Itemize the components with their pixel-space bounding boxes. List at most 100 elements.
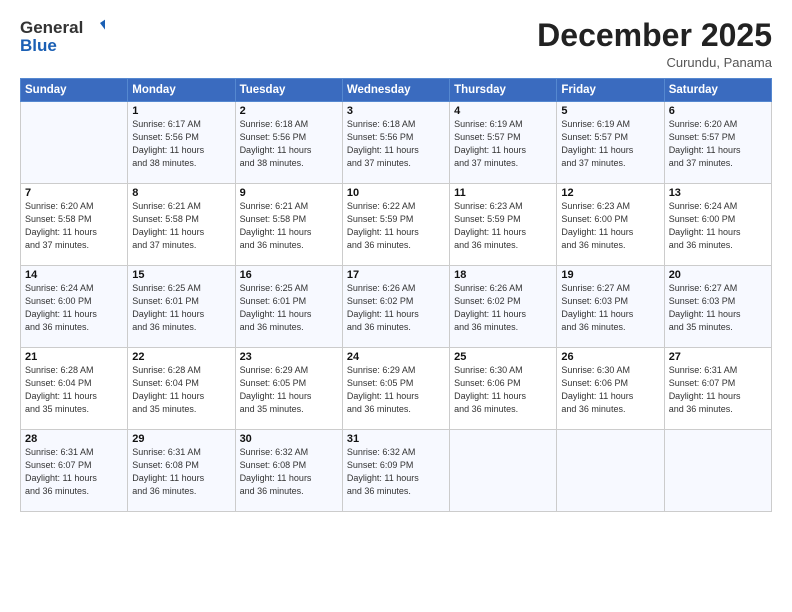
calendar-cell xyxy=(664,430,771,512)
day-info: Sunrise: 6:24 AM Sunset: 6:00 PM Dayligh… xyxy=(25,282,123,334)
calendar-cell: 30Sunrise: 6:32 AM Sunset: 6:08 PM Dayli… xyxy=(235,430,342,512)
calendar-week-row: 21Sunrise: 6:28 AM Sunset: 6:04 PM Dayli… xyxy=(21,348,772,430)
day-info: Sunrise: 6:25 AM Sunset: 6:01 PM Dayligh… xyxy=(132,282,230,334)
day-number: 14 xyxy=(25,269,123,281)
day-number: 12 xyxy=(561,187,659,199)
location: Curundu, Panama xyxy=(537,55,772,70)
page-header: General Blue December 2025 Curundu, Pana… xyxy=(20,18,772,70)
day-number: 27 xyxy=(669,351,767,363)
calendar-cell xyxy=(557,430,664,512)
calendar-cell: 4Sunrise: 6:19 AM Sunset: 5:57 PM Daylig… xyxy=(450,102,557,184)
day-number: 10 xyxy=(347,187,445,199)
day-number: 19 xyxy=(561,269,659,281)
day-number: 8 xyxy=(132,187,230,199)
day-info: Sunrise: 6:29 AM Sunset: 6:05 PM Dayligh… xyxy=(240,364,338,416)
calendar-cell: 7Sunrise: 6:20 AM Sunset: 5:58 PM Daylig… xyxy=(21,184,128,266)
day-info: Sunrise: 6:31 AM Sunset: 6:08 PM Dayligh… xyxy=(132,446,230,498)
day-info: Sunrise: 6:17 AM Sunset: 5:56 PM Dayligh… xyxy=(132,118,230,170)
calendar-cell: 26Sunrise: 6:30 AM Sunset: 6:06 PM Dayli… xyxy=(557,348,664,430)
day-number: 29 xyxy=(132,433,230,445)
day-info: Sunrise: 6:32 AM Sunset: 6:09 PM Dayligh… xyxy=(347,446,445,498)
day-info: Sunrise: 6:22 AM Sunset: 5:59 PM Dayligh… xyxy=(347,200,445,252)
calendar-cell: 27Sunrise: 6:31 AM Sunset: 6:07 PM Dayli… xyxy=(664,348,771,430)
day-number: 18 xyxy=(454,269,552,281)
calendar-cell: 5Sunrise: 6:19 AM Sunset: 5:57 PM Daylig… xyxy=(557,102,664,184)
calendar-cell: 23Sunrise: 6:29 AM Sunset: 6:05 PM Dayli… xyxy=(235,348,342,430)
day-info: Sunrise: 6:31 AM Sunset: 6:07 PM Dayligh… xyxy=(25,446,123,498)
calendar-cell: 1Sunrise: 6:17 AM Sunset: 5:56 PM Daylig… xyxy=(128,102,235,184)
day-number: 26 xyxy=(561,351,659,363)
day-number: 4 xyxy=(454,105,552,117)
day-info: Sunrise: 6:19 AM Sunset: 5:57 PM Dayligh… xyxy=(561,118,659,170)
weekday-header: Saturday xyxy=(664,79,771,102)
calendar-week-row: 7Sunrise: 6:20 AM Sunset: 5:58 PM Daylig… xyxy=(21,184,772,266)
calendar-cell: 29Sunrise: 6:31 AM Sunset: 6:08 PM Dayli… xyxy=(128,430,235,512)
calendar-cell: 10Sunrise: 6:22 AM Sunset: 5:59 PM Dayli… xyxy=(342,184,449,266)
title-block: December 2025 Curundu, Panama xyxy=(537,18,772,70)
weekday-header: Tuesday xyxy=(235,79,342,102)
day-number: 23 xyxy=(240,351,338,363)
logo-icon xyxy=(85,18,105,38)
day-number: 30 xyxy=(240,433,338,445)
weekday-header: Monday xyxy=(128,79,235,102)
logo-general: General xyxy=(20,18,83,38)
calendar-cell: 24Sunrise: 6:29 AM Sunset: 6:05 PM Dayli… xyxy=(342,348,449,430)
day-info: Sunrise: 6:23 AM Sunset: 5:59 PM Dayligh… xyxy=(454,200,552,252)
calendar-cell: 20Sunrise: 6:27 AM Sunset: 6:03 PM Dayli… xyxy=(664,266,771,348)
calendar-cell: 3Sunrise: 6:18 AM Sunset: 5:56 PM Daylig… xyxy=(342,102,449,184)
calendar-cell xyxy=(21,102,128,184)
day-number: 3 xyxy=(347,105,445,117)
day-info: Sunrise: 6:25 AM Sunset: 6:01 PM Dayligh… xyxy=(240,282,338,334)
day-number: 7 xyxy=(25,187,123,199)
calendar-cell: 28Sunrise: 6:31 AM Sunset: 6:07 PM Dayli… xyxy=(21,430,128,512)
month-title: December 2025 xyxy=(537,18,772,53)
calendar-cell: 25Sunrise: 6:30 AM Sunset: 6:06 PM Dayli… xyxy=(450,348,557,430)
day-info: Sunrise: 6:21 AM Sunset: 5:58 PM Dayligh… xyxy=(240,200,338,252)
calendar-cell: 22Sunrise: 6:28 AM Sunset: 6:04 PM Dayli… xyxy=(128,348,235,430)
day-info: Sunrise: 6:27 AM Sunset: 6:03 PM Dayligh… xyxy=(561,282,659,334)
calendar-cell: 12Sunrise: 6:23 AM Sunset: 6:00 PM Dayli… xyxy=(557,184,664,266)
day-number: 28 xyxy=(25,433,123,445)
day-info: Sunrise: 6:26 AM Sunset: 6:02 PM Dayligh… xyxy=(454,282,552,334)
day-info: Sunrise: 6:32 AM Sunset: 6:08 PM Dayligh… xyxy=(240,446,338,498)
weekday-header: Thursday xyxy=(450,79,557,102)
day-info: Sunrise: 6:19 AM Sunset: 5:57 PM Dayligh… xyxy=(454,118,552,170)
day-info: Sunrise: 6:29 AM Sunset: 6:05 PM Dayligh… xyxy=(347,364,445,416)
calendar-cell: 14Sunrise: 6:24 AM Sunset: 6:00 PM Dayli… xyxy=(21,266,128,348)
day-number: 6 xyxy=(669,105,767,117)
day-number: 11 xyxy=(454,187,552,199)
logo-blue: Blue xyxy=(20,36,105,56)
day-info: Sunrise: 6:20 AM Sunset: 5:58 PM Dayligh… xyxy=(25,200,123,252)
day-info: Sunrise: 6:26 AM Sunset: 6:02 PM Dayligh… xyxy=(347,282,445,334)
day-number: 9 xyxy=(240,187,338,199)
day-number: 21 xyxy=(25,351,123,363)
day-number: 16 xyxy=(240,269,338,281)
day-info: Sunrise: 6:28 AM Sunset: 6:04 PM Dayligh… xyxy=(132,364,230,416)
day-info: Sunrise: 6:28 AM Sunset: 6:04 PM Dayligh… xyxy=(25,364,123,416)
calendar-week-row: 14Sunrise: 6:24 AM Sunset: 6:00 PM Dayli… xyxy=(21,266,772,348)
day-number: 13 xyxy=(669,187,767,199)
day-info: Sunrise: 6:30 AM Sunset: 6:06 PM Dayligh… xyxy=(561,364,659,416)
calendar-cell: 21Sunrise: 6:28 AM Sunset: 6:04 PM Dayli… xyxy=(21,348,128,430)
day-info: Sunrise: 6:31 AM Sunset: 6:07 PM Dayligh… xyxy=(669,364,767,416)
day-number: 20 xyxy=(669,269,767,281)
calendar-cell: 19Sunrise: 6:27 AM Sunset: 6:03 PM Dayli… xyxy=(557,266,664,348)
calendar-cell xyxy=(450,430,557,512)
day-info: Sunrise: 6:21 AM Sunset: 5:58 PM Dayligh… xyxy=(132,200,230,252)
calendar-cell: 6Sunrise: 6:20 AM Sunset: 5:57 PM Daylig… xyxy=(664,102,771,184)
day-number: 24 xyxy=(347,351,445,363)
day-info: Sunrise: 6:24 AM Sunset: 6:00 PM Dayligh… xyxy=(669,200,767,252)
calendar-cell: 18Sunrise: 6:26 AM Sunset: 6:02 PM Dayli… xyxy=(450,266,557,348)
calendar-week-row: 1Sunrise: 6:17 AM Sunset: 5:56 PM Daylig… xyxy=(21,102,772,184)
day-info: Sunrise: 6:20 AM Sunset: 5:57 PM Dayligh… xyxy=(669,118,767,170)
logo: General Blue xyxy=(20,18,105,56)
calendar-cell: 11Sunrise: 6:23 AM Sunset: 5:59 PM Dayli… xyxy=(450,184,557,266)
weekday-header: Friday xyxy=(557,79,664,102)
calendar-week-row: 28Sunrise: 6:31 AM Sunset: 6:07 PM Dayli… xyxy=(21,430,772,512)
day-info: Sunrise: 6:27 AM Sunset: 6:03 PM Dayligh… xyxy=(669,282,767,334)
weekday-header: Wednesday xyxy=(342,79,449,102)
day-info: Sunrise: 6:18 AM Sunset: 5:56 PM Dayligh… xyxy=(347,118,445,170)
day-info: Sunrise: 6:23 AM Sunset: 6:00 PM Dayligh… xyxy=(561,200,659,252)
weekday-header: Sunday xyxy=(21,79,128,102)
day-info: Sunrise: 6:30 AM Sunset: 6:06 PM Dayligh… xyxy=(454,364,552,416)
